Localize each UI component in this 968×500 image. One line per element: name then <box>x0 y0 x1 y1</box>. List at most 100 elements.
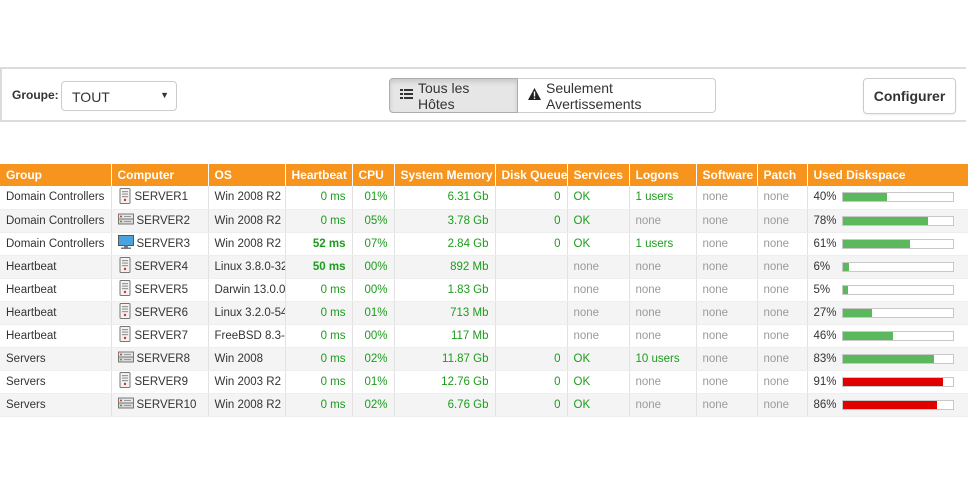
patch-cell: none <box>757 232 808 256</box>
computer-name[interactable]: SERVER8 <box>137 353 190 365</box>
patch-cell: none <box>757 278 808 302</box>
computer-cell: SERVER1 <box>111 186 209 210</box>
services-cell: OK <box>567 209 630 233</box>
heartbeat-cell: 50 ms <box>285 255 353 279</box>
disk-percent: 40% <box>813 191 837 204</box>
table-row[interactable]: Servers SERVER10 Win 2008 R2 0 ms 02% 6.76 Gb… <box>0 393 968 417</box>
column-header[interactable]: OS <box>208 164 286 186</box>
computer-cell: SERVER5 <box>111 278 209 302</box>
patch-cell: none <box>757 393 808 417</box>
group-cell: Heartbeat <box>0 255 112 279</box>
services-cell: OK <box>567 186 630 210</box>
disk-usage-fill <box>842 193 887 202</box>
group-cell: Servers <box>0 393 112 417</box>
computer-name[interactable]: SERVER1 <box>135 191 188 203</box>
heartbeat-cell: 0 ms <box>285 347 353 371</box>
services-cell: none <box>567 301 630 325</box>
computer-name[interactable]: SERVER2 <box>137 215 190 227</box>
software-cell: none <box>696 232 758 256</box>
table-row[interactable]: Domain Controllers SERVER1 Win 2008 R2 0 ms… <box>0 186 968 210</box>
disk-usage-fill <box>842 239 910 248</box>
diskspace-cell: 91% <box>807 370 968 394</box>
servers-table: Group Computer OS Heartbeat CPU System Memory… <box>0 164 968 417</box>
memory-cell: 713 Mb <box>394 301 496 325</box>
computer-name[interactable]: SERVER3 <box>137 238 190 250</box>
computer-name[interactable]: SERVER5 <box>135 284 188 296</box>
logons-cell: 1 users <box>629 232 697 256</box>
services-cell: none <box>567 255 630 279</box>
patch-cell: none <box>757 186 808 210</box>
host-filter-group: Tous les Hôtes Seulement Avertissements <box>389 78 716 113</box>
server-icon <box>117 211 137 230</box>
column-header[interactable]: Patch <box>757 164 808 186</box>
table-row[interactable]: Heartbeat SERVER4 Linux 3.8.0-32-g50 ms00%… <box>0 255 968 279</box>
computer-cell: SERVER7 <box>111 324 209 348</box>
os-cell: Linux 3.8.0-32-g <box>208 255 286 279</box>
list-icon <box>400 88 413 103</box>
software-cell: none <box>696 278 758 302</box>
heartbeat-cell: 0 ms <box>285 301 353 325</box>
column-header[interactable]: System Memory <box>394 164 496 186</box>
table-header-row: Group Computer OS Heartbeat CPU System Memory… <box>0 164 968 186</box>
memory-cell: 6.76 Gb <box>394 393 496 417</box>
column-header[interactable]: Used Diskspace <box>807 164 968 186</box>
memory-cell: 892 Mb <box>394 255 496 279</box>
table-row[interactable]: Heartbeat SERVER6 Linux 3.2.0-54-g0 ms01%7… <box>0 301 968 325</box>
services-cell: OK <box>567 347 630 371</box>
computer-name[interactable]: SERVER10 <box>137 399 197 411</box>
computer-name[interactable]: SERVER9 <box>135 376 188 388</box>
column-header[interactable]: Heartbeat <box>285 164 353 186</box>
patch-cell: none <box>757 209 808 233</box>
logons-cell: none <box>629 301 697 325</box>
group-cell: Heartbeat <box>0 278 112 302</box>
disk-percent: 46% <box>813 329 837 342</box>
column-header[interactable]: Group <box>0 164 112 186</box>
table-row[interactable]: Heartbeat SERVER7 FreeBSD 8.3-RE0 ms00%117… <box>0 324 968 348</box>
table-row[interactable]: Domain Controllers SERVER3 Win 2008 R2 52 m… <box>0 232 968 256</box>
cpu-cell: 01% <box>352 186 395 210</box>
warnings-only-button[interactable]: Seulement Avertissements <box>518 78 716 113</box>
heartbeat-cell: 0 ms <box>285 370 353 394</box>
disk-usage-fill <box>842 377 943 386</box>
disk-usage-fill <box>842 285 848 294</box>
server-icon <box>117 234 137 253</box>
disk-usage-fill <box>842 216 929 225</box>
computer-name[interactable]: SERVER4 <box>135 261 188 273</box>
logons-cell: none <box>629 209 697 233</box>
patch-cell: none <box>757 301 808 325</box>
configure-button[interactable]: Configurer <box>863 78 956 114</box>
heartbeat-cell: 0 ms <box>285 186 353 210</box>
memory-cell: 11.87 Gb <box>394 347 496 371</box>
table-row[interactable]: Heartbeat SERVER5 Darwin 13.0.0 0 ms 00% 1.83… <box>0 278 968 302</box>
all-hosts-button[interactable]: Tous les Hôtes <box>389 78 518 113</box>
computer-name[interactable]: SERVER7 <box>135 330 188 342</box>
group-cell: Heartbeat <box>0 324 112 348</box>
all-hosts-label: Tous les Hôtes <box>418 79 470 112</box>
patch-cell: none <box>757 347 808 371</box>
disk-queue-cell: 0 <box>495 393 568 417</box>
computer-name[interactable]: SERVER6 <box>135 307 188 319</box>
table-row[interactable]: Domain Controllers SERVER2 Win 2008 R2 0 ms… <box>0 209 968 233</box>
disk-queue-cell: 0 <box>495 232 568 256</box>
memory-cell: 2.84 Gb <box>394 232 496 256</box>
column-header[interactable]: Disk Queue <box>495 164 568 186</box>
column-header[interactable]: CPU <box>352 164 395 186</box>
diskspace-cell: 78% <box>807 209 968 233</box>
logons-cell: none <box>629 393 697 417</box>
diskspace-cell: 5% <box>807 278 968 302</box>
group-select[interactable]: TOUT ▼ <box>61 81 177 111</box>
column-header[interactable]: Logons <box>629 164 697 186</box>
disk-usage-bar <box>841 261 954 272</box>
column-header[interactable]: Computer <box>111 164 209 186</box>
table-row[interactable]: Servers SERVER9 Win 2003 R2 0 ms 01% 12.76 Gb… <box>0 370 968 394</box>
diskspace-cell: 46% <box>807 324 968 348</box>
table-row[interactable]: Servers SERVER8 Win 2008 0 ms 02% 11.87 Gb 0 OK… <box>0 347 968 371</box>
services-cell: none <box>567 324 630 348</box>
memory-cell: 12.76 Gb <box>394 370 496 394</box>
column-header[interactable]: Software <box>696 164 758 186</box>
computer-cell: SERVER9 <box>111 370 209 394</box>
column-header[interactable]: Services <box>567 164 630 186</box>
computer-cell: SERVER10 <box>111 393 209 417</box>
software-cell: none <box>696 209 758 233</box>
computer-cell: SERVER8 <box>111 347 209 371</box>
